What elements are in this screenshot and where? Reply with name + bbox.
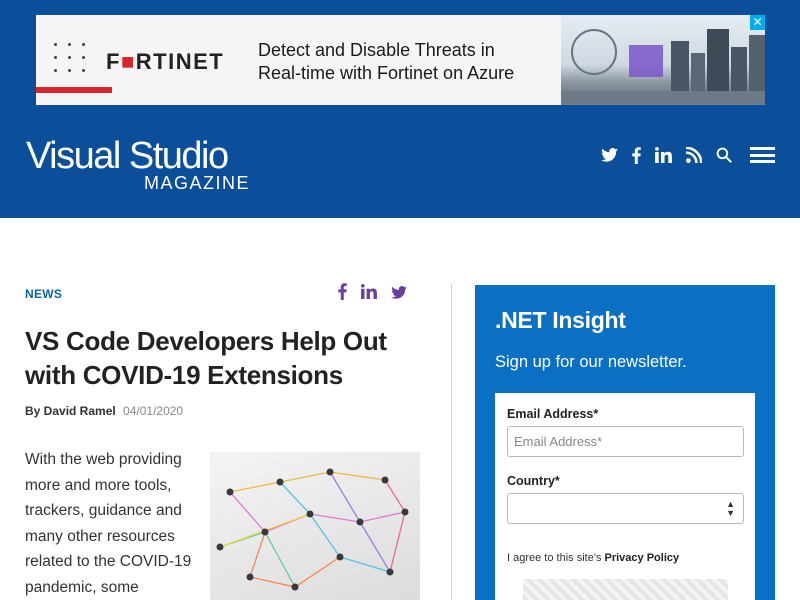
article-category[interactable]: NEWS xyxy=(25,287,62,301)
newsletter-title: .NET Insight xyxy=(495,307,626,333)
article-title: VS Code Developers Help Out with COVID-1… xyxy=(25,326,387,390)
ad-city-photo xyxy=(561,15,765,105)
email-label: Email Address* xyxy=(507,407,599,421)
article-date: 04/01/2020 xyxy=(123,404,184,418)
newsletter-signup: .NET Insight Sign up for our newsletter.… xyxy=(475,285,775,600)
captcha-image xyxy=(523,579,728,600)
menu-icon[interactable] xyxy=(750,147,775,163)
search-icon[interactable] xyxy=(716,146,732,164)
ad-headline-line2: Real-time with Fortinet on Azure xyxy=(258,63,515,83)
article-network-image xyxy=(210,452,420,600)
share-facebook-icon[interactable] xyxy=(338,283,347,305)
header-icons xyxy=(587,146,775,164)
building-shape xyxy=(691,53,705,91)
logo-main-text: Visual Studio xyxy=(26,135,229,177)
building-shape xyxy=(731,47,747,91)
share-twitter-icon[interactable] xyxy=(391,284,407,304)
site-logo[interactable]: Visual Studio MAGAZINE xyxy=(26,135,249,193)
ad-banner-region: F■RTINET Detect and Disable Threats in R… xyxy=(0,0,800,118)
facebook-icon[interactable] xyxy=(632,146,641,164)
building-shape xyxy=(671,41,689,91)
site-header: Visual Studio MAGAZINE xyxy=(0,118,800,218)
purple-overlay-shape xyxy=(629,45,663,77)
privacy-agreement: I agree to this site's Privacy Policy xyxy=(507,552,679,564)
privacy-policy-link[interactable]: Privacy Policy xyxy=(605,552,680,564)
ferris-wheel-shape xyxy=(571,29,617,75)
linkedin-icon[interactable] xyxy=(655,146,672,164)
share-linkedin-icon[interactable] xyxy=(361,284,377,304)
agree-text: I agree to this site's xyxy=(507,552,602,564)
rss-icon[interactable] xyxy=(686,146,702,164)
article-body: With the web providing more and more too… xyxy=(25,451,192,596)
logo-sub-text: MAGAZINE xyxy=(144,173,251,193)
country-select[interactable]: ▲ ▼ xyxy=(507,493,744,524)
newsletter-form: Email Address* Email Address* Country* ▲… xyxy=(495,393,755,600)
fortinet-mark-icon: ■ xyxy=(120,49,136,74)
ad-headline: Detect and Disable Threats in Real-time … xyxy=(258,39,514,85)
fortinet-ad[interactable]: F■RTINET Detect and Disable Threats in R… xyxy=(36,15,765,105)
article-author[interactable]: By David Ramel xyxy=(25,404,116,418)
building-shape xyxy=(749,35,765,91)
newsletter-subtitle: Sign up for our newsletter. xyxy=(495,353,687,371)
ad-close-icon[interactable]: ✕ xyxy=(750,15,765,30)
article-byline: By David Ramel 04/01/2020 xyxy=(25,404,183,418)
ad-headline-line1: Detect and Disable Threats in xyxy=(258,40,495,60)
water-shape xyxy=(561,91,765,105)
column-divider xyxy=(451,283,452,600)
select-arrows-icon: ▲ ▼ xyxy=(726,499,735,518)
fortinet-logo: F■RTINET xyxy=(106,49,225,74)
country-label: Country* xyxy=(507,474,560,488)
twitter-icon[interactable] xyxy=(601,146,618,164)
share-icons xyxy=(338,283,421,305)
building-shape xyxy=(707,29,729,91)
ad-red-bar xyxy=(36,87,112,93)
ad-dots-decoration xyxy=(46,39,106,79)
email-field[interactable]: Email Address* xyxy=(507,426,744,457)
